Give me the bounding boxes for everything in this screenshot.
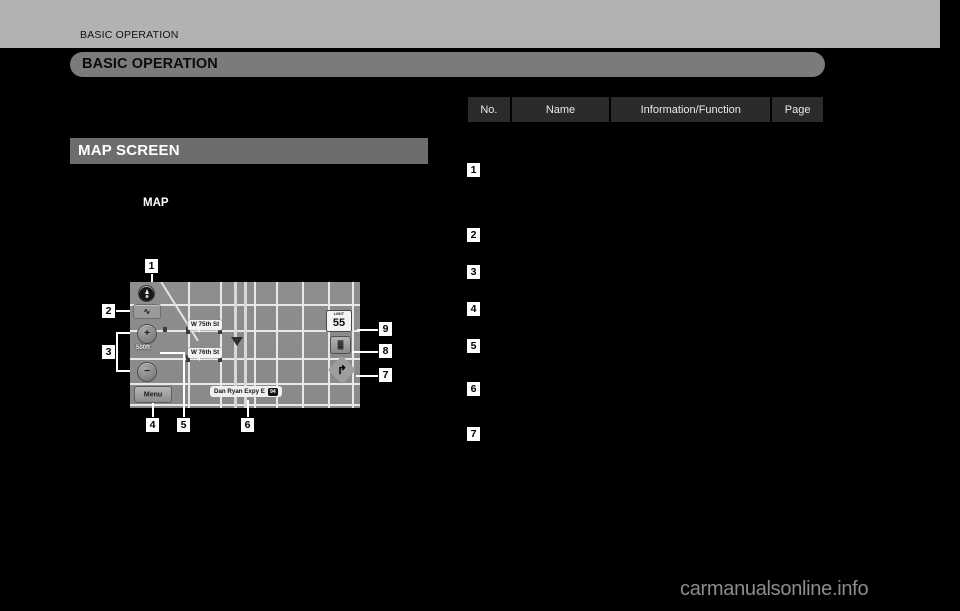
navigation-map-screen[interactable]: W 75th St W 76th St Dan Ryan Expy E 94 ∿…	[130, 282, 360, 408]
callout-6: 6	[240, 417, 255, 433]
zoom-out-button[interactable]: −	[137, 362, 157, 382]
callout-7-figure: 7	[378, 367, 393, 383]
map-current-road-bar: Dan Ryan Expy E 94	[210, 386, 282, 397]
map-current-road-name: Dan Ryan Expy E	[214, 387, 265, 395]
callout-9: 9	[378, 321, 393, 337]
map-menu-button[interactable]: Menu	[134, 386, 172, 403]
traffic-icon: ▓	[337, 340, 344, 349]
table-column-header-name: Name	[511, 97, 610, 122]
table-column-header-no: No.	[468, 97, 510, 122]
map-street-label-w75th: W 75th St	[188, 320, 223, 333]
leader-callout-3-spine	[116, 332, 118, 372]
map-scale-label: 500ft	[136, 345, 151, 351]
map-screen-figure: 1 2 3 W 75th St W 76th St Dan Ryan Expy …	[0, 0, 440, 460]
leader-callout-9	[357, 329, 378, 331]
speed-limit-value: 55	[332, 317, 346, 329]
table-row-number-5: 5	[466, 338, 481, 354]
map-intersection-mark-5	[163, 327, 167, 332]
map-street-label-w76th: W 76th St	[188, 348, 223, 361]
map-road-v7	[352, 282, 354, 408]
callout-4: 4	[145, 417, 160, 433]
turn-arrow-icon: ↱	[336, 363, 348, 377]
leader-callout-5-arm	[160, 352, 183, 354]
plus-icon: +	[144, 328, 150, 339]
callout-1: 1	[144, 258, 159, 274]
callout-8: 8	[378, 343, 393, 359]
table-row-number-4: 4	[466, 301, 481, 317]
table-row-number-1: 1	[466, 162, 481, 178]
zoom-in-button[interactable]: +	[137, 324, 157, 344]
callout-2: 2	[101, 303, 116, 319]
table-column-header-page: Page	[772, 97, 823, 122]
map-road-v1	[188, 282, 190, 408]
highway-shield-icon: 94	[267, 387, 278, 396]
map-road-v5	[302, 282, 304, 408]
speed-limit-sign: LIMIT 55	[326, 310, 352, 332]
map-road-diagonal	[160, 282, 199, 342]
callout-3: 3	[101, 344, 116, 360]
compass-dot-icon	[145, 295, 148, 298]
table-row-number-6: 6	[466, 381, 481, 397]
compass-icon[interactable]	[138, 285, 155, 302]
leader-callout-4	[152, 403, 154, 417]
route-overview-button[interactable]: ∿	[133, 304, 161, 319]
leader-callout-6	[247, 400, 249, 417]
map-menu-button-label: Menu	[143, 391, 163, 398]
leader-callout-8	[352, 351, 378, 353]
leader-callout-7	[356, 375, 378, 377]
route-overview-icon: ∿	[143, 306, 151, 316]
compass-needle-icon	[144, 289, 149, 294]
table-row-number-7: 7	[466, 426, 481, 442]
traffic-information-button[interactable]: ▓	[330, 336, 351, 354]
table-row-number-3: 3	[466, 264, 481, 280]
site-watermark: carmanualsonline.info	[680, 578, 869, 600]
leader-callout-5-spine	[183, 352, 185, 417]
callout-5: 5	[176, 417, 191, 433]
minus-icon: −	[144, 366, 150, 377]
vehicle-position-arrow	[231, 337, 243, 346]
reference-table-header: No. Name Information/Function Page	[468, 97, 823, 122]
table-row-number-2: 2	[466, 227, 481, 243]
table-column-header-info: Information/Function	[611, 97, 771, 122]
